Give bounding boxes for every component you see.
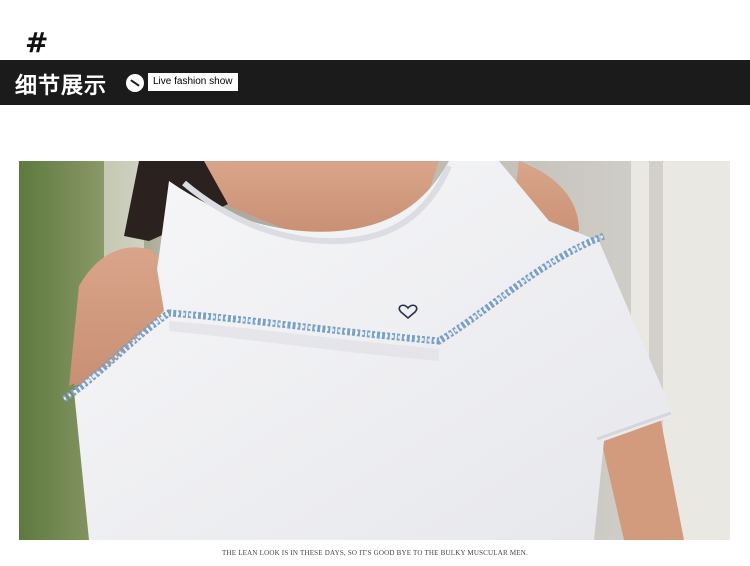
- banner-tag: Live fashion show: [148, 73, 238, 91]
- product-detail-photo: [19, 161, 730, 540]
- banner-title: 细节展示: [15, 74, 108, 99]
- hash-mark: #: [25, 26, 49, 59]
- circle-slash-icon: [126, 74, 144, 92]
- section-banner: 细节展示 Live fashion show: [0, 60, 750, 105]
- caption-text: THE LEAN LOOK IS IN THESE DAYS, SO IT'S …: [222, 549, 528, 557]
